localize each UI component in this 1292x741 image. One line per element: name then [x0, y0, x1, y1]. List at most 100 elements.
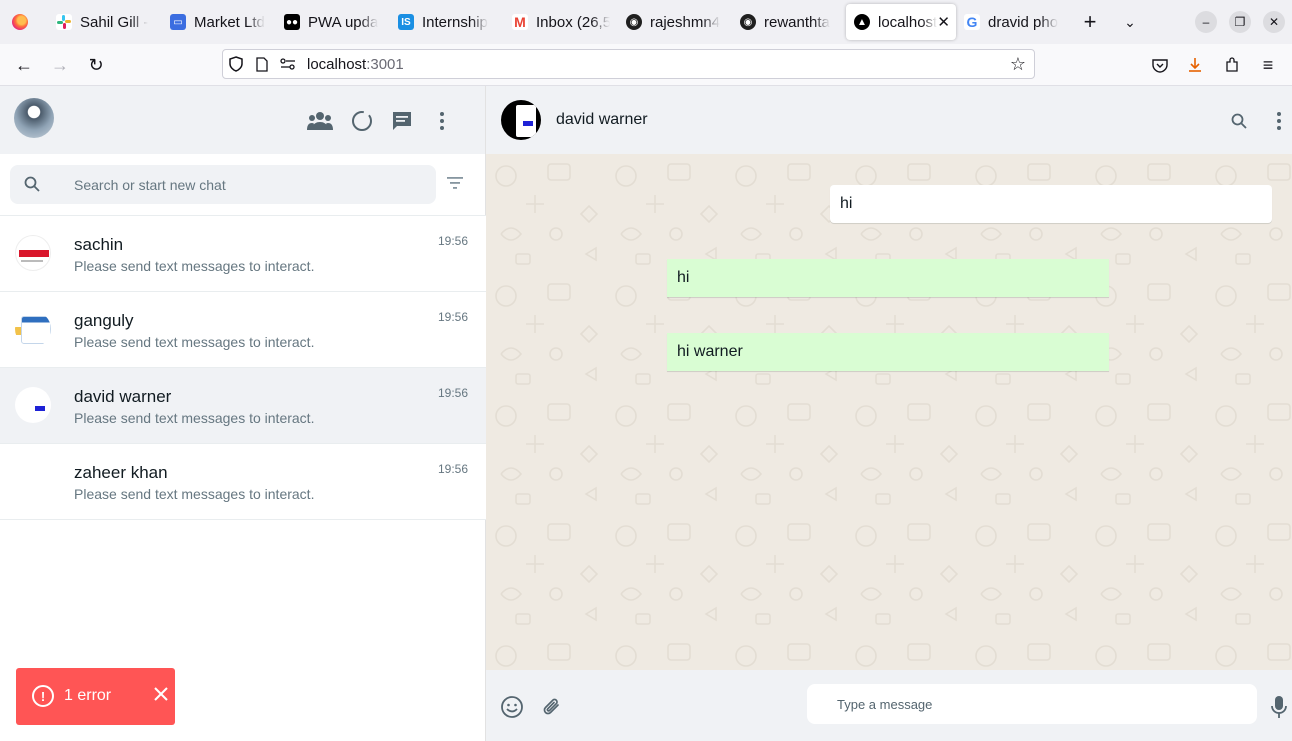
chat-list-item[interactable]: zaheer khan Please send text messages to…: [0, 444, 486, 520]
message-text: hi: [677, 269, 690, 286]
outgoing-message-bubble[interactable]: hi: [667, 259, 1109, 297]
list-tabs-icon[interactable]: ⌄: [1110, 0, 1150, 44]
attach-paperclip-icon[interactable]: [539, 694, 565, 720]
search-icon[interactable]: [1228, 110, 1250, 132]
emoji-icon[interactable]: [499, 694, 525, 720]
new-tab-icon[interactable]: +: [1070, 0, 1110, 44]
browser-tab-bar: Sahil Gill - ▭ Market Ltd ●● PWA upda IS…: [0, 0, 1292, 44]
my-profile-avatar[interactable]: [14, 98, 54, 138]
forward-icon[interactable]: →: [46, 52, 74, 78]
close-tab-icon[interactable]: ✕: [937, 13, 950, 31]
microphone-icon[interactable]: [1266, 694, 1292, 720]
error-count-label: 1 error: [64, 687, 112, 704]
menu-kebab-icon[interactable]: [429, 108, 455, 134]
browser-tab[interactable]: ◉ rajeshmn4: [618, 4, 732, 40]
new-chat-icon[interactable]: [389, 108, 415, 134]
browser-tab[interactable]: IS Internship: [390, 4, 504, 40]
permissions-icon[interactable]: [275, 58, 301, 70]
tab-title: rewanthta: [764, 13, 830, 31]
tab-title: Market Ltd: [194, 13, 265, 31]
downloads-icon[interactable]: [1181, 52, 1209, 78]
reload-icon[interactable]: ↻: [82, 52, 110, 78]
contact-avatar[interactable]: [501, 100, 541, 140]
tab-title: Inbox (26,5: [536, 13, 610, 31]
url-text[interactable]: localhost:3001: [307, 56, 404, 73]
chat-name: david warner: [74, 387, 172, 406]
shield-icon[interactable]: [223, 56, 249, 72]
community-icon[interactable]: [307, 108, 333, 134]
browser-tab-active[interactable]: ▲ localhost ✕: [846, 4, 956, 40]
chat-list: sachin Please send text messages to inte…: [0, 216, 486, 520]
message-text: hi warner: [677, 343, 743, 360]
message-text: hi: [840, 195, 853, 212]
tab-title: PWA upda: [308, 13, 379, 31]
chat-time: 19:56: [437, 310, 468, 324]
chat-last-message: Please send text messages to interact.: [74, 258, 315, 274]
message-area: hi hi hi warner: [486, 154, 1292, 670]
search-box: [10, 165, 436, 204]
conversation-pane: david warner hi hi hi warner Type a mess…: [486, 86, 1292, 741]
close-window-icon[interactable]: ✕: [1263, 11, 1285, 33]
medium-icon: ●●: [284, 14, 300, 30]
tab-title: dravid pho: [988, 13, 1059, 31]
sidebar-header: [0, 86, 485, 154]
restore-icon[interactable]: ❐: [1229, 11, 1251, 33]
chat-app: sachin Please send text messages to inte…: [0, 86, 1292, 741]
browser-tab[interactable]: ◉ rewanthta: [732, 4, 846, 40]
hamburger-menu-icon[interactable]: ≡: [1254, 52, 1282, 78]
filter-icon[interactable]: [446, 176, 464, 195]
browser-tab[interactable]: ●● PWA upda: [276, 4, 390, 40]
chat-list-item-active[interactable]: david warner Please send text messages t…: [0, 368, 486, 444]
firefox-menu-icon[interactable]: [0, 0, 40, 44]
chat-name: zaheer khan: [74, 463, 168, 482]
bookmark-star-icon[interactable]: ☆: [1010, 54, 1026, 75]
incoming-message-bubble[interactable]: hi: [830, 185, 1272, 223]
conversation-header: david warner: [486, 86, 1292, 154]
browser-tab[interactable]: G dravid pho: [956, 4, 1070, 40]
doodle-background: [486, 154, 1292, 670]
message-composer: [486, 670, 1292, 741]
contact-avatar: [15, 311, 51, 347]
search-row: [0, 154, 486, 216]
close-toast-icon[interactable]: [153, 686, 169, 707]
url-port: :3001: [366, 55, 404, 73]
browser-nav-bar: ← → ↻ localhost:3001 ☆ ≡: [0, 44, 1292, 86]
github-icon: ◉: [740, 14, 756, 30]
menu-kebab-icon[interactable]: [1268, 110, 1290, 132]
github-icon: ◉: [626, 14, 642, 30]
browser-tab[interactable]: ▭ Market Ltd: [162, 4, 276, 40]
error-toast[interactable]: ! 1 error: [16, 668, 175, 725]
minimize-icon[interactable]: –: [1195, 11, 1217, 33]
chat-time: 19:56: [437, 234, 468, 248]
contact-name[interactable]: david warner: [556, 111, 648, 129]
error-alert-icon: !: [32, 685, 54, 707]
chat-last-message: Please send text messages to interact.: [74, 410, 315, 426]
status-icon[interactable]: [349, 108, 375, 134]
search-icon: [24, 176, 40, 197]
chat-icon: ▭: [170, 14, 186, 30]
search-input[interactable]: [74, 165, 414, 204]
sidebar: sachin Please send text messages to inte…: [0, 86, 486, 741]
browser-tab[interactable]: Sahil Gill -: [48, 4, 162, 40]
chat-time: 19:56: [437, 462, 468, 476]
message-input[interactable]: [807, 684, 1257, 724]
chat-last-message: Please send text messages to interact.: [74, 334, 315, 350]
extensions-icon[interactable]: [1218, 52, 1246, 78]
outgoing-message-bubble[interactable]: hi warner: [667, 333, 1109, 371]
tab-title: localhost: [878, 13, 938, 31]
chat-list-item[interactable]: ganguly Please send text messages to int…: [0, 292, 486, 368]
address-bar[interactable]: localhost:3001 ☆: [222, 49, 1035, 79]
tab-title: Internship: [422, 13, 488, 31]
slack-icon: [56, 14, 72, 30]
default-avatar-icon: [15, 463, 51, 499]
browser-tab[interactable]: M Inbox (26,5: [504, 4, 618, 40]
pocket-icon[interactable]: [1146, 52, 1174, 78]
back-icon[interactable]: ←: [10, 52, 38, 78]
contact-avatar: [15, 235, 51, 271]
chat-time: 19:56: [437, 386, 468, 400]
chat-list-item[interactable]: sachin Please send text messages to inte…: [0, 216, 486, 292]
internshala-icon: IS: [398, 14, 414, 30]
page-icon: [249, 56, 275, 72]
tab-title: Sahil Gill -: [80, 13, 149, 31]
chat-name: sachin: [74, 235, 124, 254]
